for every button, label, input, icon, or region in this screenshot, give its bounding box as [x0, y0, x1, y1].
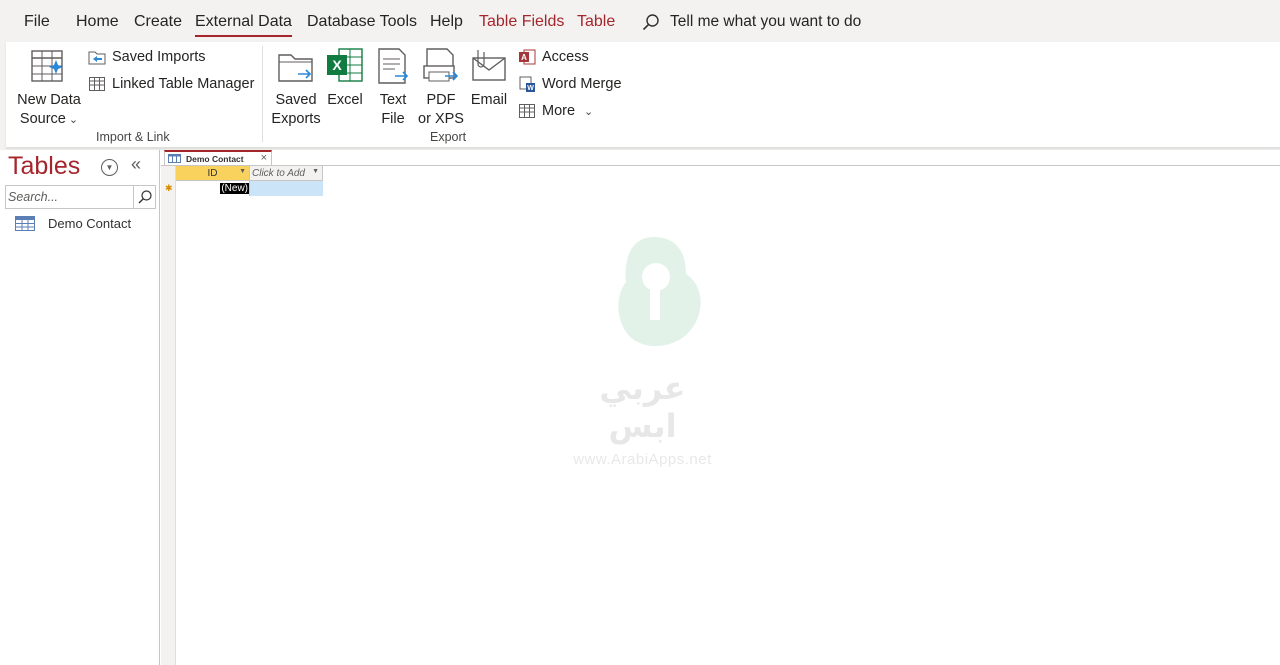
more-export-button[interactable]: More ⌄	[518, 102, 593, 120]
tab-create[interactable]: Create	[134, 13, 182, 31]
access-label: Access	[542, 49, 589, 65]
pdf-icon	[423, 48, 459, 82]
text-file-export-button[interactable]: Text File	[372, 46, 414, 129]
new-record-icon: ✱	[165, 183, 173, 193]
new-record-value: (New)	[220, 183, 249, 194]
svg-text:A: A	[521, 53, 527, 62]
linked-table-icon	[89, 77, 105, 91]
word-merge-label: Word Merge	[542, 76, 622, 92]
more-label: More	[542, 103, 576, 119]
table-icon	[168, 154, 181, 163]
saved-imports-button[interactable]: Saved Imports	[88, 48, 206, 66]
email-label: Email	[470, 92, 508, 108]
group-separator	[262, 46, 263, 142]
tab-file[interactable]: File	[24, 13, 50, 31]
column-header-label: ID	[207, 167, 218, 179]
new-record-add-cell[interactable]	[250, 181, 323, 196]
document-area: Demo Contact × ✱ ID ▼ Click to Add ▼ (Ne…	[161, 150, 1280, 665]
saved-exports-button[interactable]: Saved Exports	[270, 46, 322, 129]
dropdown-arrow-icon[interactable]: ▼	[239, 168, 246, 175]
tab-help[interactable]: Help	[430, 13, 463, 31]
saved-exports-icon	[278, 54, 313, 82]
document-tab-label: Demo Contact	[186, 153, 244, 164]
excel-label: Excel	[327, 92, 363, 108]
linked-table-manager-label: Linked Table Manager	[112, 76, 255, 92]
nav-pane-title[interactable]: Tables	[8, 152, 80, 181]
email-export-button[interactable]: Email	[468, 46, 510, 110]
dropdown-arrow-icon[interactable]: ▼	[312, 168, 319, 175]
new-data-source-button[interactable]: New Data Source ⌄	[16, 46, 82, 130]
new-data-source-line1: New Data	[17, 92, 81, 108]
chevron-down-icon: ⌄	[584, 105, 594, 118]
nav-item-label: Demo Contact	[48, 216, 132, 231]
tab-table-fields[interactable]: Table Fields	[479, 13, 564, 31]
column-header-id[interactable]: ID ▼	[176, 166, 250, 181]
tell-me-box[interactable]: Tell me what you want to do	[642, 11, 861, 33]
access-icon: A	[519, 49, 536, 65]
tab-table[interactable]: Table	[577, 13, 615, 31]
new-data-source-icon	[31, 50, 63, 82]
excel-export-button[interactable]: X Excel	[324, 46, 366, 110]
nav-search-input[interactable]: Search...	[5, 185, 156, 209]
saved-imports-label: Saved Imports	[112, 49, 206, 65]
table-icon	[15, 216, 35, 231]
search-icon	[642, 14, 659, 31]
group-label-import-link: Import & Link	[96, 130, 170, 144]
word-merge-button[interactable]: W Word Merge	[518, 75, 622, 93]
column-header-label: Click to Add	[252, 167, 305, 179]
pdf-xps-line1: PDF	[426, 92, 456, 108]
tell-me-text: Tell me what you want to do	[670, 13, 862, 30]
chevron-down-icon: ⌄	[68, 114, 79, 126]
document-tab-demo-contact[interactable]: Demo Contact ×	[164, 150, 272, 165]
column-header-click-to-add[interactable]: Click to Add ▼	[250, 166, 323, 181]
search-icon	[138, 190, 152, 204]
navigation-pane: Tables ▼ « Search... Demo Contact	[0, 150, 160, 665]
nav-pane-menu-icon[interactable]: ▼	[101, 159, 118, 176]
saved-exports-line1: Saved	[275, 92, 317, 108]
nav-search-button[interactable]	[133, 186, 155, 208]
pdf-xps-line2: or XPS	[418, 111, 464, 127]
pdf-xps-export-button[interactable]: PDF or XPS	[416, 46, 466, 129]
linked-table-manager-button[interactable]: Linked Table Manager	[88, 75, 254, 93]
record-selector-column	[161, 166, 176, 665]
svg-text:W: W	[527, 85, 534, 92]
tab-external-data[interactable]: External Data	[195, 13, 292, 37]
excel-icon: X	[327, 48, 363, 82]
group-label-export: Export	[430, 130, 467, 144]
close-icon[interactable]: ×	[261, 152, 267, 164]
text-file-icon	[378, 48, 409, 84]
tab-strip-line	[161, 165, 1280, 166]
saved-exports-line2: Exports	[271, 111, 321, 127]
text-file-line1: Text	[379, 92, 407, 108]
tab-home[interactable]: Home	[76, 13, 119, 31]
nav-item-demo-contact[interactable]: Demo Contact	[15, 216, 131, 231]
more-formats-icon	[519, 104, 535, 118]
email-icon	[472, 50, 506, 81]
svg-text:X: X	[332, 57, 342, 73]
access-export-button[interactable]: A Access	[518, 48, 589, 66]
new-record-id-cell[interactable]: (New)	[176, 181, 250, 196]
nav-search-placeholder: Search...	[8, 190, 59, 204]
menu-bar: File Home Create External Data Database …	[0, 0, 1280, 42]
new-data-source-line2: Source	[19, 111, 66, 127]
tab-database-tools[interactable]: Database Tools	[307, 13, 417, 31]
text-file-line2: File	[381, 111, 405, 127]
word-merge-icon: W	[519, 76, 535, 92]
ribbon: New Data Source ⌄ Saved Imports Linked Ta…	[6, 42, 1280, 148]
collapse-pane-icon[interactable]: «	[131, 154, 141, 175]
saved-imports-icon	[88, 51, 106, 65]
